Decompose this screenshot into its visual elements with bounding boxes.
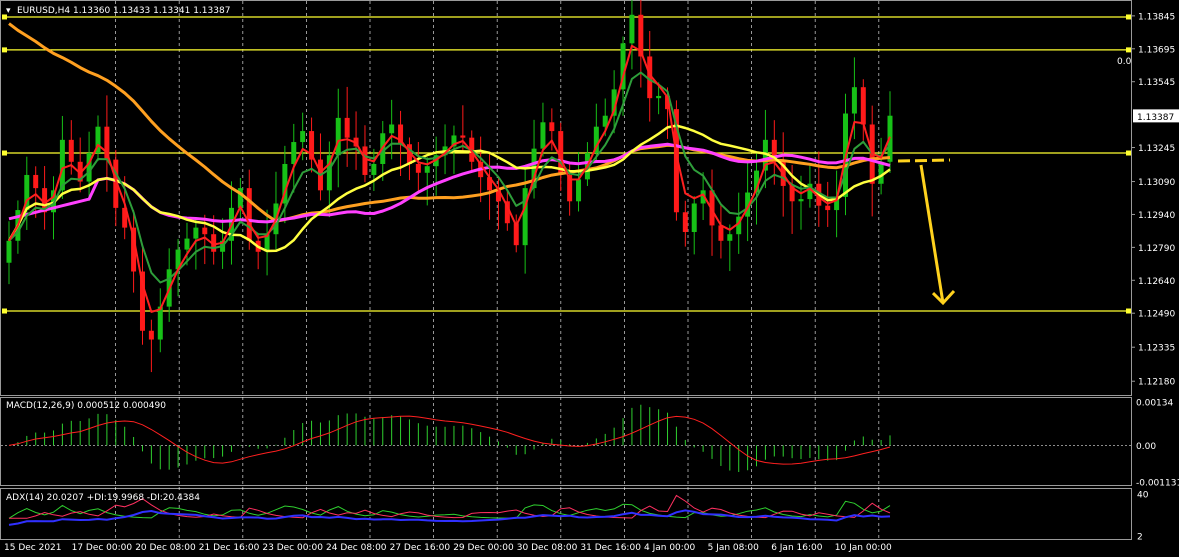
y-tick-label: 1.12490 [1138,310,1175,320]
trading-chart: 0.001340.00-0.001131 402 1.138451.136951… [0,0,1179,553]
candle-body[interactable] [335,117,341,156]
candle-body[interactable] [202,227,208,235]
candle-body[interactable] [860,87,866,125]
forecast-arrow [897,158,956,306]
macd-y-label: 0.00134 [1136,399,1173,409]
macd-signal-line [8,415,891,465]
x-tick-label: 6 Jan 16:00 [771,543,823,553]
x-tick-label: 15 Dec 2021 [4,543,62,553]
forecast-dash [897,158,951,163]
moving-averages [7,22,891,313]
candle-body[interactable] [460,135,466,138]
candle-body[interactable] [59,139,65,191]
candlesticks[interactable] [6,0,893,373]
chart-collapse-icon[interactable]: ▾ [6,6,11,16]
candle-body[interactable] [798,199,804,202]
candle-body[interactable] [33,174,39,189]
level-marker [1126,150,1131,156]
macd-y-label: 0.00 [1136,442,1156,452]
x-tick-label: 24 Dec 08:00 [326,543,387,553]
candle-body[interactable] [682,212,688,233]
candle-body[interactable] [718,225,724,241]
y-tick-label: 1.13245 [1138,144,1175,154]
macd-indicator: 0.00134 0.00 -0.001131 [1,399,1179,489]
candle-body[interactable] [6,240,12,263]
x-tick-label: 29 Dec 00:00 [453,543,514,553]
y-tick-label: 1.12940 [1138,211,1175,221]
vertical-grid [115,1,880,539]
candle-body[interactable] [344,117,350,138]
candle-body[interactable] [291,142,297,164]
y-tick-label: 1.13845 [1138,12,1175,22]
candle-body[interactable] [68,139,74,162]
x-tick-label: 4 Jan 00:00 [644,543,696,553]
horizontal-levels [2,14,1131,314]
candle-body[interactable] [424,166,430,173]
y-tick-label: 1.12335 [1138,344,1175,354]
candle-body[interactable] [727,234,733,241]
time-axis: 15 Dec 2021 17 Dec 00:00 20 Dec 08:00 21 De… [4,543,892,553]
level-marker [2,308,7,314]
current-price-label: 1.13387 [1137,113,1174,123]
level-marker [1126,47,1131,53]
candle-body[interactable] [851,87,857,114]
x-tick-label: 30 Dec 08:00 [517,543,578,553]
candle-body[interactable] [878,161,884,184]
candle-body[interactable] [549,122,555,132]
candle-body[interactable] [389,124,395,134]
price-axis: 1.13845 1.13695 1.13545 1.13387 1.13245 1.130… [1131,12,1179,388]
x-tick-label: 31 Dec 16:00 [580,543,641,553]
candle-body[interactable] [540,122,546,149]
x-tick-label: 21 Dec 16:00 [199,543,260,553]
x-tick-label: 27 Dec 16:00 [390,543,451,553]
y-tick-label: 1.13695 [1138,45,1175,55]
candle-body[interactable] [691,203,697,233]
candle-body[interactable] [184,238,190,250]
x-tick-label: 23 Dec 00:00 [262,543,323,553]
candle-body[interactable] [300,131,306,143]
level-marker [1126,308,1131,314]
forecast-arrow-shaft [919,164,945,304]
chart-header: EURUSD,H4 1.13360 1.13433 1.13341 1.1338… [17,6,230,16]
candle-body[interactable] [362,146,368,175]
x-tick-label: 20 Dec 08:00 [135,543,196,553]
y-tick-label: 1.12790 [1138,244,1175,254]
x-tick-label: 5 Jan 08:00 [708,543,760,553]
candle-body[interactable] [193,227,199,239]
level-label: 0.0 [1117,57,1132,67]
level-marker [2,150,7,156]
y-tick-label: 1.13545 [1138,78,1175,88]
candle-body[interactable] [246,188,252,241]
adx-y-label: 40 [1137,491,1149,501]
level-marker [2,47,7,53]
y-tick-label: 1.12640 [1138,277,1175,287]
adx-title: ADX(14) 20.0207 +DI:19.9968 -DI:20.4384 [6,493,200,503]
candle-body[interactable] [86,153,92,182]
price-panel-frame [0,0,1132,396]
candle-body[interactable] [371,163,377,175]
x-tick-label: 10 Jan 00:00 [835,543,892,553]
adx-y-label: 2 [1137,533,1143,543]
x-tick-label: 17 Dec 00:00 [72,543,133,553]
y-tick-label: 1.12180 [1138,378,1175,388]
macd-title: MACD(12,26,9) 0.000512 0.000490 [6,401,166,411]
candle-body[interactable] [656,95,662,99]
candle-body[interactable] [576,179,582,202]
candle-body[interactable] [148,330,154,340]
candle-body[interactable] [157,306,163,340]
y-tick-label: 1.13090 [1138,178,1175,188]
candle-body[interactable] [825,205,831,211]
candle-body[interactable] [629,14,635,44]
macd-y-label: -0.001131 [1136,479,1179,489]
level-marker [1126,14,1131,20]
candle-body[interactable] [415,163,421,173]
